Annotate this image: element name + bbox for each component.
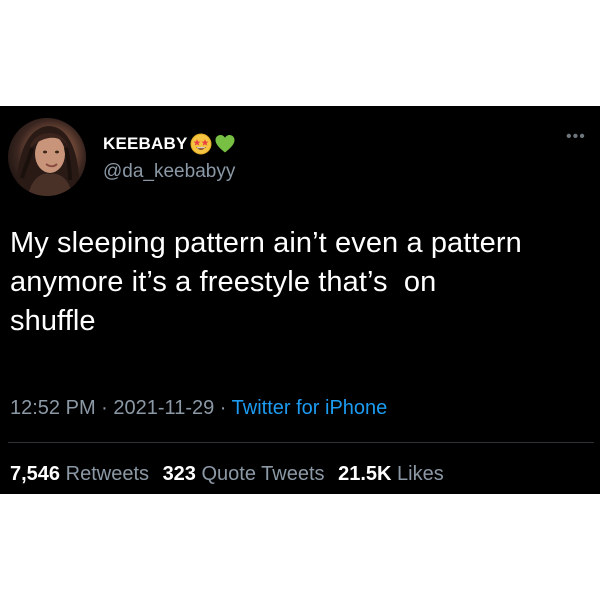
tweet-date[interactable]: 2021-11-29 <box>113 397 214 419</box>
star-struck-emoji-icon <box>190 133 212 155</box>
tweet-card: KEEBABY @da_keebabyy ••• My sleeping pat… <box>0 106 600 494</box>
tweet-meta: 12:52 PM · 2021-11-29 · Twitter for iPho… <box>10 397 387 420</box>
tweet-text: My sleeping pattern ain’t even a pattern… <box>10 227 522 337</box>
avatar[interactable] <box>8 118 86 196</box>
more-icon[interactable]: ••• <box>566 129 586 145</box>
retweets-stat[interactable]: 7,546 Retweets <box>10 463 149 485</box>
name-row: KEEBABY <box>103 132 236 156</box>
retweets-count: 7,546 <box>10 463 61 485</box>
likes-stat[interactable]: 21.5K Likes <box>338 463 444 485</box>
green-heart-emoji-icon <box>214 133 236 155</box>
display-name[interactable]: KEEBABY <box>103 134 188 154</box>
tweet-time[interactable]: 12:52 PM <box>10 397 96 419</box>
meta-separator: · <box>219 397 227 419</box>
divider <box>8 442 594 443</box>
tweet-source-link[interactable]: Twitter for iPhone <box>232 397 388 419</box>
likes-label: Likes <box>397 463 444 485</box>
tweet-stats: 7,546 Retweets 323 Quote Tweets 21.5K Li… <box>10 463 444 486</box>
page: KEEBABY @da_keebabyy ••• My sleeping pat… <box>0 0 600 600</box>
quote-tweets-count: 323 <box>162 463 196 485</box>
avatar-image <box>16 126 80 196</box>
quote-tweets-label: Quote Tweets <box>201 463 325 485</box>
user-handle[interactable]: @da_keebabyy <box>103 161 235 183</box>
likes-count: 21.5K <box>338 463 392 485</box>
retweets-label: Retweets <box>65 463 149 485</box>
meta-separator: · <box>101 397 108 419</box>
quote-tweets-stat[interactable]: 323 Quote Tweets <box>163 463 325 485</box>
